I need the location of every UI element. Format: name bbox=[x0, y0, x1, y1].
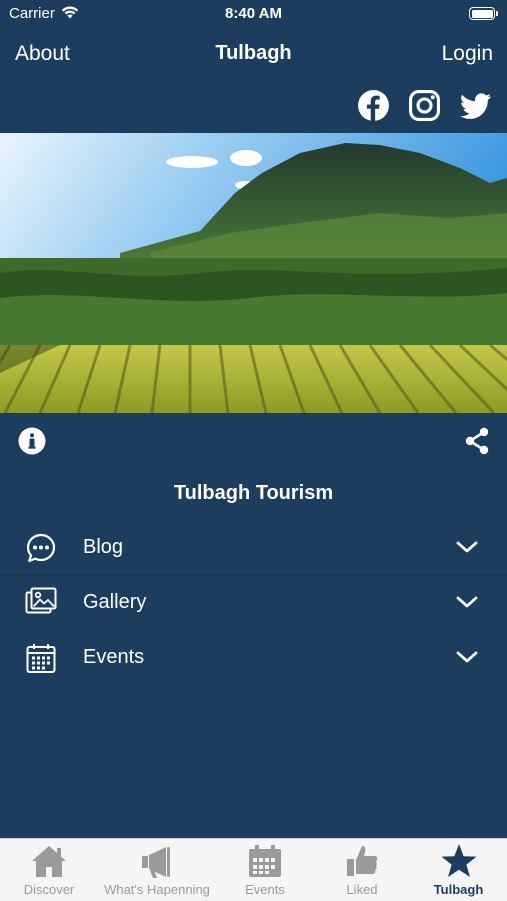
chevron-down-icon bbox=[456, 541, 478, 553]
hero-image bbox=[0, 133, 507, 413]
login-button[interactable]: Login bbox=[442, 42, 493, 66]
chevron-down-icon bbox=[456, 651, 478, 663]
tab-whats-happening[interactable]: What's Hapenning bbox=[98, 839, 216, 901]
tab-bar: Discover What's Hapenning Events Liked T… bbox=[0, 838, 507, 901]
battery-icon bbox=[469, 7, 498, 20]
tab-liked[interactable]: Liked bbox=[314, 839, 410, 901]
menu-list: Blog Gallery Events bbox=[0, 521, 507, 685]
tab-label: Tulbagh bbox=[433, 882, 484, 897]
instagram-icon[interactable] bbox=[408, 89, 441, 122]
menu-item-label: Events bbox=[83, 646, 145, 668]
thumbs-up-icon bbox=[347, 846, 378, 876]
menu-item-label: Blog bbox=[83, 536, 124, 558]
twitter-icon[interactable] bbox=[459, 89, 492, 122]
megaphone-icon bbox=[142, 847, 170, 878]
tab-label: Events bbox=[245, 882, 285, 897]
tab-label: Liked bbox=[346, 882, 378, 897]
menu-item-blog[interactable]: Blog bbox=[0, 521, 507, 576]
tab-label: Discover bbox=[23, 882, 75, 897]
tab-tulbagh[interactable]: Tulbagh bbox=[410, 839, 507, 901]
share-icon[interactable] bbox=[462, 426, 492, 456]
gallery-icon bbox=[25, 587, 57, 614]
chat-bubble-icon bbox=[26, 533, 56, 563]
clock: 8:40 AM bbox=[225, 5, 282, 22]
chevron-down-icon bbox=[456, 596, 478, 608]
page-title: Tulbagh bbox=[215, 42, 292, 64]
menu-item-events[interactable]: Events bbox=[0, 631, 507, 685]
calendar-icon bbox=[249, 845, 281, 877]
navigation-bar: About Tulbagh Login bbox=[0, 34, 507, 74]
star-icon bbox=[441, 844, 476, 877]
calendar-icon bbox=[26, 644, 56, 673]
status-bar: Carrier 8:40 AM bbox=[0, 0, 507, 28]
tab-discover[interactable]: Discover bbox=[0, 839, 98, 901]
section-title: Tulbagh Tourism bbox=[173, 482, 334, 504]
tab-label: What's Hapenning bbox=[104, 882, 210, 897]
home-icon bbox=[32, 846, 66, 877]
menu-item-label: Gallery bbox=[83, 591, 147, 613]
menu-item-gallery[interactable]: Gallery bbox=[0, 576, 507, 631]
facebook-icon[interactable] bbox=[357, 89, 390, 122]
tab-events[interactable]: Events bbox=[216, 839, 314, 901]
info-icon[interactable] bbox=[18, 427, 46, 455]
